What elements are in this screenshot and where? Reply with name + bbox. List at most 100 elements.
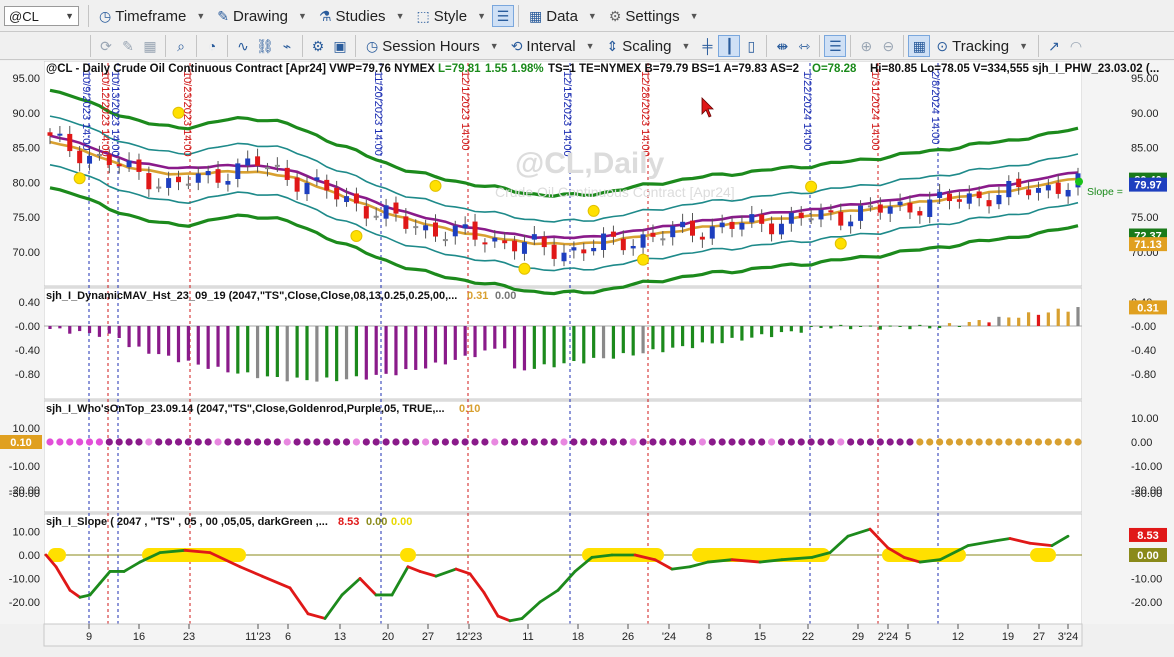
gear-icon: ⚙ <box>608 7 622 24</box>
candle-body <box>77 150 83 164</box>
wave-icon[interactable]: ∿ <box>232 35 254 57</box>
ownership-dot <box>115 438 123 446</box>
candlestick-icon[interactable]: ┃ <box>718 35 741 57</box>
ownership-dot <box>313 438 321 446</box>
data-window-icon[interactable]: ▦ <box>908 35 931 57</box>
chevron-down-icon: ▼ <box>489 41 499 51</box>
candle-body <box>393 202 399 214</box>
candle-body <box>1006 180 1012 198</box>
histogram-bar <box>384 326 388 374</box>
histogram-bar <box>275 326 279 377</box>
symbol-selector[interactable]: @CL ▼ <box>4 6 79 26</box>
ownership-dot <box>145 438 153 446</box>
ownership-dot <box>767 438 776 446</box>
histogram-bar <box>394 326 398 376</box>
layout-toggle-icon[interactable]: ☰ <box>824 35 847 57</box>
histogram-bar <box>453 326 457 360</box>
style-button[interactable]: ⬚ Style ▼ <box>410 4 492 28</box>
ownership-dot <box>244 438 252 446</box>
refresh-icon[interactable]: ⟳ <box>95 35 117 57</box>
swing-marker <box>429 179 442 192</box>
chevron-down-icon: ▼ <box>298 11 307 21</box>
whos-on-top-axis-tick-right: -10.00 <box>1131 461 1162 473</box>
grid-icon[interactable]: ▦ <box>139 35 161 57</box>
whos-on-top-axis-tick-right: 0.00 <box>1131 437 1152 449</box>
candle-body <box>778 223 784 235</box>
candle-body <box>828 210 834 213</box>
zoom-in-icon[interactable]: ⊕ <box>855 35 877 57</box>
ownership-dot <box>787 438 795 446</box>
chart-watermark-sub: Crude Oil Continuous Contract [Apr24] <box>495 184 735 200</box>
whos-on-top-axis-tick-right: -30.00 <box>1131 488 1162 500</box>
settings-button[interactable]: ⚙ Settings ▼ <box>603 4 705 28</box>
ownership-dot <box>253 438 262 446</box>
ownership-dot <box>303 438 311 446</box>
ownership-dot <box>590 438 598 446</box>
magnify-icon[interactable]: ⌕ <box>170 35 192 57</box>
chart-line-icon[interactable]: ⌁ <box>276 35 298 57</box>
time-axis-label: 22 <box>802 631 814 643</box>
candle-body <box>225 180 231 185</box>
ownership-dot <box>688 438 697 446</box>
histogram-bar <box>236 326 240 374</box>
histogram-bar <box>97 326 102 337</box>
candle-body <box>680 221 686 228</box>
bar-chart-icon[interactable]: ╪ <box>696 35 718 57</box>
ownership-dot <box>758 438 766 446</box>
session-hours-button[interactable]: ◷ Session Hours ▼ <box>360 34 505 58</box>
whos-on-top-pane <box>43 400 1083 513</box>
link-icon[interactable]: ⛓ <box>254 35 276 57</box>
drawing-button[interactable]: ✎ Drawing ▼ <box>211 4 313 28</box>
whos-on-top-left-badge-text: 0.10 <box>10 437 31 449</box>
expand-icon[interactable]: ⇿ <box>793 35 815 57</box>
settings-cog-icon[interactable]: ⚙ <box>307 35 329 57</box>
whos-on-top-axis-tick: -10.00 <box>9 461 40 473</box>
time-marker-label: 11/20/2023 14:00 <box>372 71 384 156</box>
histogram-bar <box>305 326 309 381</box>
ownership-dot <box>876 438 884 446</box>
drawing-label: Drawing <box>233 7 289 25</box>
candle-body <box>136 159 142 172</box>
tracking-button[interactable]: ⊙ Tracking ▼ <box>930 34 1034 58</box>
chart-area[interactable]: 10/9/2023 14:00 10/12/2023 14:0010/13/202… <box>0 61 1174 657</box>
candle-body <box>433 222 438 237</box>
ownership-dot <box>392 438 400 446</box>
candle-body <box>907 202 913 213</box>
compress-icon[interactable]: ⇼ <box>771 35 793 57</box>
ownership-dot <box>985 438 993 446</box>
ownership-dot <box>174 438 183 446</box>
candle-body <box>699 236 705 240</box>
ownership-dot <box>669 438 677 446</box>
histogram-bar <box>789 326 793 332</box>
histogram-bar <box>928 326 932 329</box>
histogram-bar <box>443 326 447 365</box>
studies-button[interactable]: ⚗ Studies ▼ <box>313 4 411 28</box>
dashboard-icon[interactable]: ◠ <box>1065 35 1087 57</box>
hollow-candle-icon[interactable]: ▯ <box>740 35 762 57</box>
zoom-out-icon[interactable]: ⊖ <box>877 35 899 57</box>
interval-button[interactable]: ⟲ Interval ▼ <box>505 34 601 58</box>
candle-body <box>690 220 695 236</box>
ownership-dot <box>520 438 529 446</box>
data-button[interactable]: ▦ Data ▼ <box>523 4 603 28</box>
layout-toggle-icon[interactable]: ☰ <box>492 5 514 27</box>
price-axis-tick-right: 75.00 <box>1131 212 1159 224</box>
histogram-bar <box>621 326 625 354</box>
candle-body <box>116 164 122 167</box>
histogram-bar <box>137 326 141 347</box>
toolbar-separator <box>88 5 89 27</box>
candle-body <box>324 179 330 191</box>
slope-axis-tick: -20.00 <box>9 597 40 609</box>
ownership-dot <box>441 438 449 446</box>
gauge-icon[interactable]: ◔ <box>201 35 223 57</box>
candle-body <box>858 205 864 221</box>
scaling-button[interactable]: ⇕ Scaling ▼ <box>601 34 697 58</box>
timeframe-button[interactable]: ◷ Timeframe ▼ <box>93 4 211 28</box>
properties-icon[interactable]: ▣ <box>329 35 351 57</box>
trend-icon[interactable]: ↗ <box>1043 35 1065 57</box>
edit-icon[interactable]: ✎ <box>117 35 139 57</box>
time-axis-label: 11'23 <box>245 631 271 643</box>
histogram-bar <box>424 326 428 369</box>
histogram-title: sjh_I_DynamicMAV_Hst_23_09_19 (2047,"TS"… <box>46 290 457 302</box>
ownership-dot <box>609 438 618 446</box>
